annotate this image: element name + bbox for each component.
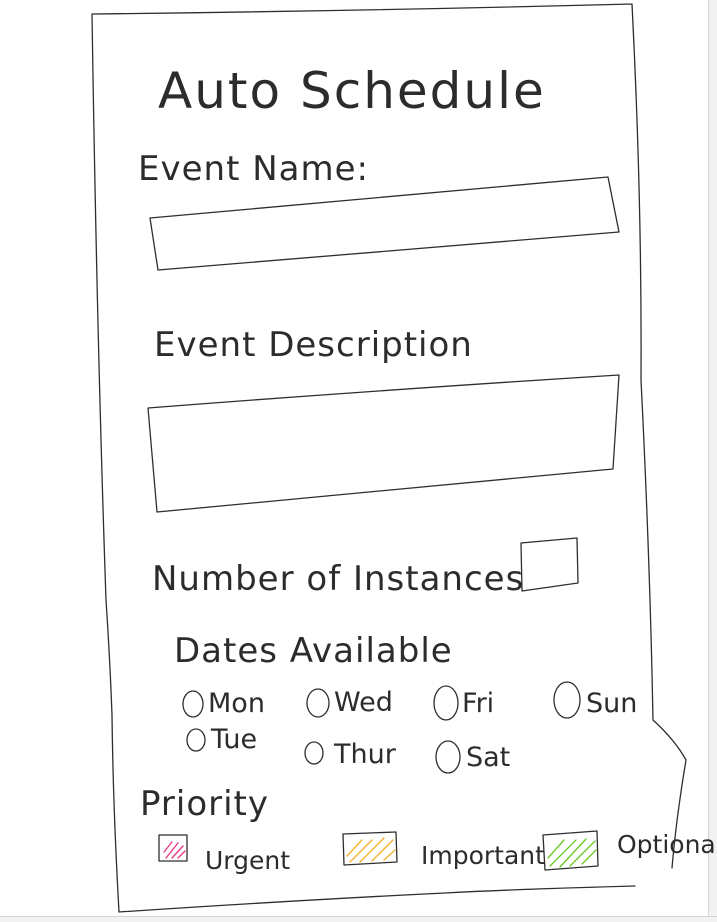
day-option-sun[interactable]: Sun (553, 681, 637, 719)
day-label-sat: Sat (466, 742, 510, 773)
radio-tue[interactable] (186, 728, 206, 752)
day-label-sun: Sun (586, 688, 637, 719)
radio-fri[interactable] (433, 685, 459, 721)
priority-option-optional[interactable]: Optional (542, 830, 717, 871)
event-name-input[interactable] (149, 176, 620, 271)
form-title: Auto Schedule (158, 62, 546, 120)
radio-wed[interactable] (306, 688, 330, 718)
event-description-label: Event Description (154, 325, 473, 365)
optional-label: Optional (617, 830, 717, 859)
urgent-hatch (163, 841, 186, 859)
day-label-tue: Tue (210, 724, 257, 755)
sketch-page: Auto Schedule Event Name: Event Descript… (0, 0, 717, 922)
form-frame (91, 3, 687, 913)
day-label-mon: Mon (208, 688, 265, 719)
event-name-label: Event Name: (138, 149, 369, 189)
day-option-fri[interactable]: Fri (433, 685, 494, 721)
event-description-input[interactable] (147, 374, 620, 513)
important-label: Important (421, 841, 545, 870)
priority-option-important[interactable]: Important (342, 831, 545, 870)
radio-sat[interactable] (435, 740, 461, 774)
dates-available-label: Dates Available (174, 631, 453, 671)
day-label-thur: Thur (333, 739, 397, 770)
day-option-wed[interactable]: Wed (306, 687, 393, 718)
day-option-sat[interactable]: Sat (435, 740, 510, 774)
instances-label: Number of Instances (152, 559, 524, 599)
radio-thur[interactable] (304, 741, 324, 765)
instances-input[interactable] (520, 537, 579, 592)
radio-mon[interactable] (182, 690, 204, 718)
optional-hatch (547, 838, 597, 868)
urgent-label: Urgent (205, 846, 290, 875)
day-option-tue[interactable]: Tue (186, 724, 257, 755)
priority-option-urgent[interactable]: Urgent (158, 834, 290, 875)
wireframe-sketch: Auto Schedule Event Name: Event Descript… (91, 3, 717, 913)
radio-sun[interactable] (553, 681, 581, 719)
priority-label: Priority (140, 784, 269, 824)
day-label-fri: Fri (462, 688, 494, 719)
important-hatch (346, 837, 396, 863)
day-label-wed: Wed (334, 687, 393, 718)
day-option-thur[interactable]: Thur (304, 739, 397, 770)
day-option-mon[interactable]: Mon (182, 688, 265, 719)
